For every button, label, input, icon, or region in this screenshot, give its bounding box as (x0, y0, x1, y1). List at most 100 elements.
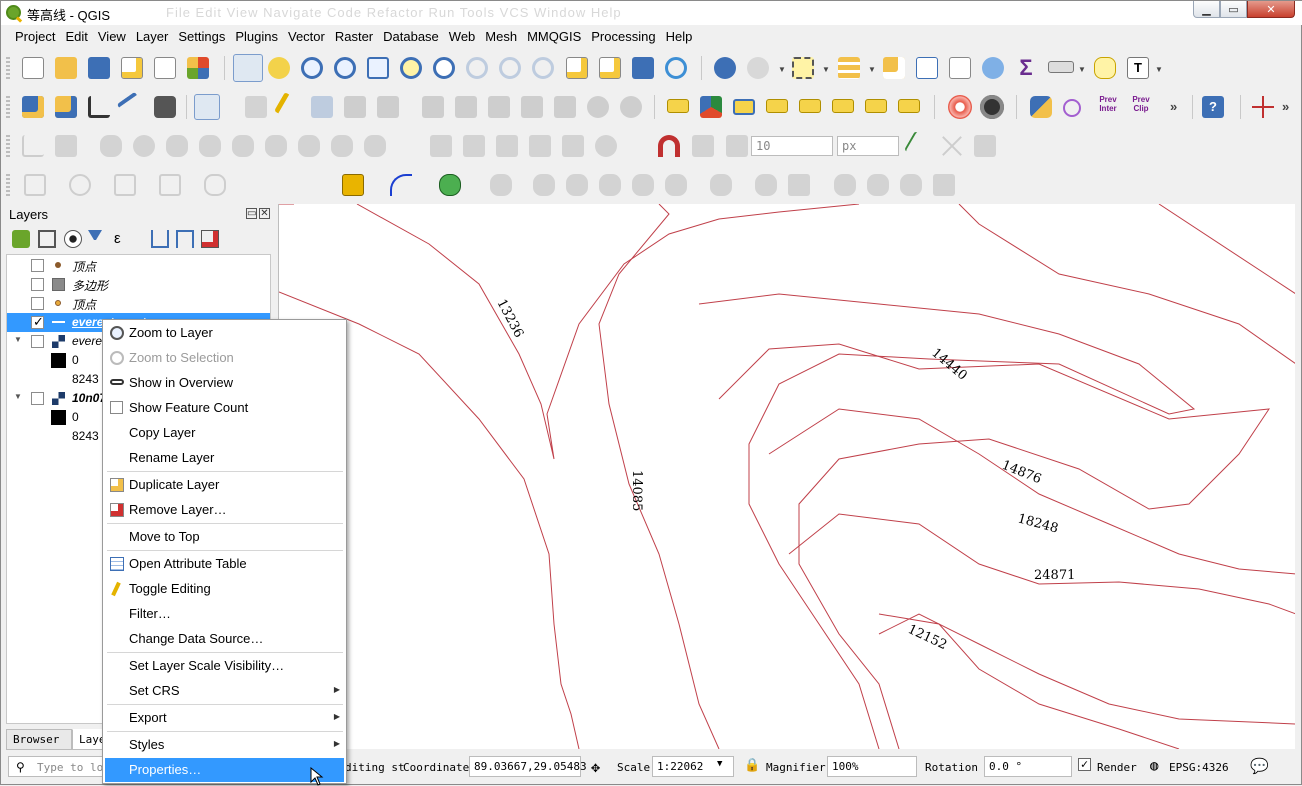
menu-item-zoom-to-layer[interactable]: Zoom to Layer (105, 321, 344, 345)
layer-row[interactable]: 顶点 (7, 256, 270, 275)
menu-project[interactable]: Project (10, 26, 60, 48)
menu-item-rename-layer[interactable]: Rename Layer (105, 446, 344, 470)
map-tips-icon[interactable] (1094, 57, 1116, 79)
plugin-globe-icon[interactable] (980, 95, 1004, 119)
topological-editing-icon[interactable] (903, 130, 935, 162)
menu-item-open-attribute-table[interactable]: Open Attribute Table (105, 552, 344, 576)
crs-globe-icon[interactable]: ◍ (1150, 758, 1158, 774)
plugin-target-icon[interactable] (948, 95, 972, 119)
current-edits-icon[interactable] (194, 94, 220, 120)
menu-item-styles[interactable]: Styles ▶ (105, 733, 344, 757)
label-toolbar-icon[interactable] (667, 99, 689, 113)
field-calculator-icon[interactable]: Σ (1015, 57, 1037, 79)
maximize-button[interactable]: ▭ (1220, 1, 1247, 18)
menu-item-remove-layer[interactable]: Remove Layer… (105, 498, 344, 522)
menu-layer[interactable]: Layer (131, 26, 174, 48)
zoom-in-icon[interactable] (301, 57, 323, 79)
new-map-view-icon[interactable] (566, 57, 588, 79)
snapping-tolerance-input[interactable]: 10 (751, 136, 833, 156)
menu-item-export[interactable]: Export ▶ (105, 706, 344, 730)
open-layer-styling-icon[interactable] (12, 230, 30, 248)
zoom-to-layer-icon[interactable] (433, 57, 455, 79)
toolbar-overflow-icon[interactable]: » (1170, 99, 1177, 114)
new-geopackage-layer-icon[interactable] (55, 96, 77, 118)
layer-visibility-checkbox[interactable] (31, 259, 44, 272)
show-hide-labels-icon[interactable] (799, 99, 821, 113)
plugin-map-icon[interactable] (439, 174, 461, 196)
layer-row[interactable]: 多边形 (7, 275, 270, 294)
scale-dropdown-icon[interactable]: ▼ (717, 759, 722, 769)
expand-toggle-icon[interactable]: ▼ (14, 392, 22, 401)
menu-vector[interactable]: Vector (283, 26, 330, 48)
menu-plugins[interactable]: Plugins (230, 26, 283, 48)
zoom-out-icon[interactable] (334, 57, 356, 79)
remove-layer-icon[interactable] (201, 230, 219, 248)
menu-view[interactable]: View (93, 26, 131, 48)
python-console-icon[interactable] (1030, 96, 1052, 118)
menu-item-set-layer-scale-visibility[interactable]: Set Layer Scale Visibility… (105, 654, 344, 678)
snapping-unit-select[interactable]: px (837, 136, 899, 156)
filter-by-expression-icon[interactable]: ε (114, 230, 132, 248)
menu-item-properties[interactable]: Properties… (105, 758, 344, 782)
data-source-manager-icon[interactable] (22, 96, 44, 118)
layer-row[interactable]: 顶点 (7, 294, 270, 313)
messages-icon[interactable]: 💬 (1250, 757, 1269, 775)
select-by-value-icon[interactable] (838, 57, 860, 79)
zoom-to-selection-icon[interactable] (400, 57, 422, 79)
menu-raster[interactable]: Raster (330, 26, 378, 48)
text-annotation-icon[interactable]: T (1127, 57, 1149, 79)
identify-features-icon[interactable] (714, 57, 736, 79)
menu-item-set-crs[interactable]: Set CRS ▶ (105, 679, 344, 703)
toolbox-gear-icon[interactable] (982, 57, 1004, 79)
move-label-icon[interactable] (832, 99, 854, 113)
menu-edit[interactable]: Edit (60, 26, 92, 48)
layer-visibility-checkbox[interactable] (31, 278, 44, 291)
menu-item-toggle-editing[interactable]: Toggle Editing (105, 577, 344, 601)
menu-mesh[interactable]: Mesh (480, 26, 522, 48)
open-attribute-table-icon[interactable] (916, 57, 938, 79)
map-canvas[interactable]: 13236 14440 14085 14876 18248 24871 1215… (278, 204, 1295, 749)
tab-browser[interactable]: Browser (6, 729, 72, 750)
add-delimited-text-icon[interactable] (154, 96, 176, 118)
layout-manager-icon[interactable] (154, 57, 176, 79)
add-virtual-layer-icon[interactable] (116, 91, 148, 123)
rotation-field[interactable]: 0.0 ° (984, 756, 1072, 777)
menu-settings[interactable]: Settings (173, 26, 230, 48)
highlight-pinned-labels-icon[interactable] (733, 99, 755, 115)
crs-label[interactable]: EPSG:4326 (1169, 761, 1229, 774)
toggle-editing-icon[interactable] (273, 91, 305, 123)
menu-processing[interactable]: Processing (586, 26, 660, 48)
save-project-icon[interactable] (88, 57, 110, 79)
new-bookmark-icon[interactable] (599, 57, 621, 79)
add-group-icon[interactable] (38, 230, 56, 248)
plugin-digitize-icon[interactable] (342, 174, 364, 196)
manage-map-themes-icon[interactable] (64, 230, 82, 248)
expand-all-icon[interactable] (151, 230, 169, 248)
close-button[interactable]: ✕ (1247, 1, 1295, 18)
layer-visibility-checkbox[interactable] (31, 335, 44, 348)
pin-labels-icon[interactable] (766, 99, 788, 113)
menu-web[interactable]: Web (444, 26, 481, 48)
menu-help[interactable]: Help (661, 26, 698, 48)
layer-diagram-icon[interactable] (700, 96, 722, 118)
pan-to-selection-icon[interactable] (268, 57, 290, 79)
help-contents-icon[interactable]: ? (1202, 96, 1224, 118)
change-label-icon[interactable] (898, 99, 920, 113)
layer-visibility-checkbox[interactable] (31, 297, 44, 310)
prev-clip-icon[interactable]: Prev Clip (1129, 95, 1153, 117)
expand-toggle-icon[interactable]: ▼ (14, 335, 22, 344)
menu-item-show-in-overview[interactable]: Show in Overview (105, 371, 344, 395)
coordinate-field[interactable]: 89.03667,29.05483 (469, 756, 587, 777)
collapse-all-icon[interactable] (176, 230, 194, 248)
menu-item-change-data-source[interactable]: Change Data Source… (105, 627, 344, 651)
float-panel-icon[interactable]: ▭ (246, 208, 257, 219)
pan-map-icon[interactable] (233, 54, 263, 82)
measure-line-icon[interactable] (1048, 61, 1074, 73)
layer-visibility-checkbox[interactable] (31, 392, 44, 405)
menu-mmqgis[interactable]: MMQGIS (522, 26, 586, 48)
layer-visibility-checkbox[interactable] (31, 314, 44, 330)
deselect-all-icon[interactable] (883, 57, 905, 79)
add-vector-layer-icon[interactable] (88, 96, 110, 118)
menu-item-copy-layer[interactable]: Copy Layer (105, 421, 344, 445)
style-manager-icon[interactable] (187, 57, 209, 79)
